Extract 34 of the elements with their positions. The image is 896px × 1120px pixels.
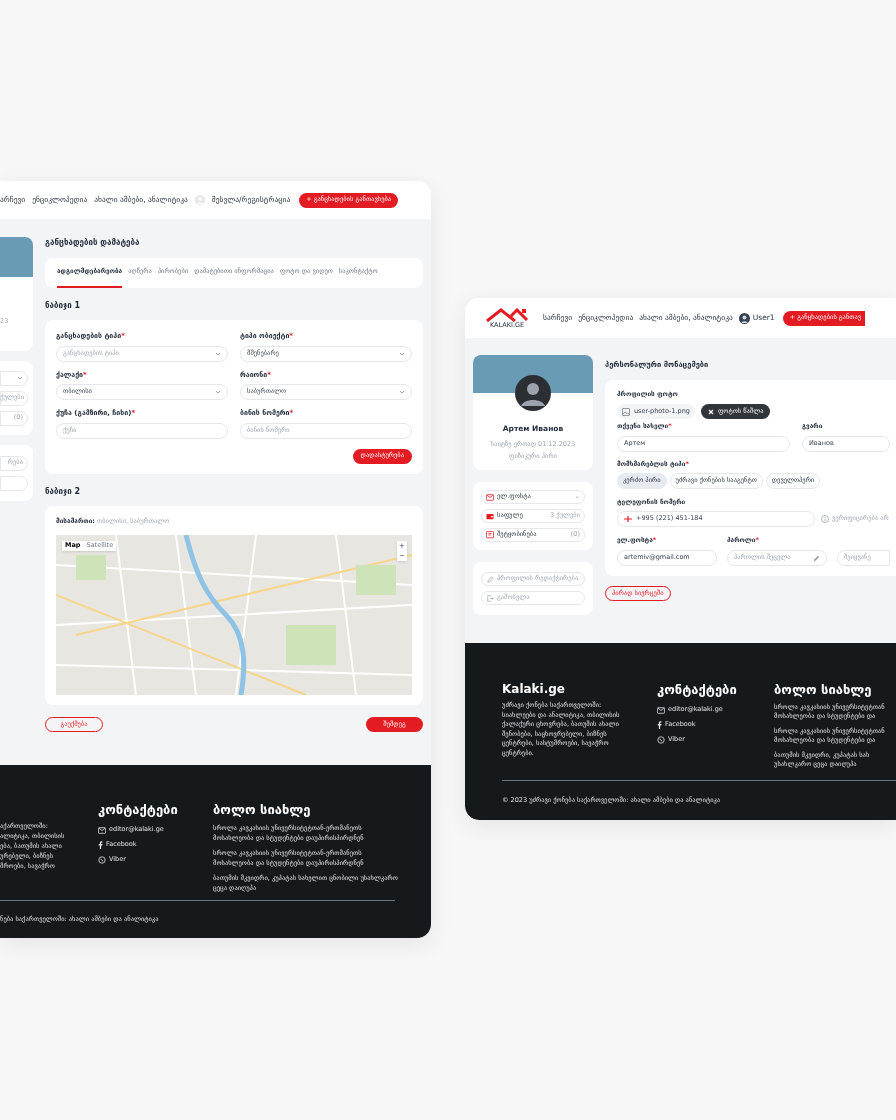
photo-placeholder bbox=[0, 237, 33, 277]
pencil-icon bbox=[813, 554, 820, 562]
chevron-down-icon bbox=[399, 351, 405, 356]
flag-icon bbox=[624, 516, 632, 523]
envelope-icon bbox=[657, 706, 665, 714]
phone-chat-icon bbox=[657, 736, 665, 744]
exit-icon bbox=[487, 594, 494, 602]
house-roof-icon bbox=[485, 307, 529, 322]
chevron-down-icon bbox=[17, 376, 23, 380]
avatar-icon bbox=[738, 312, 750, 324]
chevron-down-icon bbox=[399, 390, 405, 394]
close-icon bbox=[707, 408, 714, 415]
avatar-silhouette-icon bbox=[515, 375, 551, 411]
chevron-down-icon bbox=[215, 390, 221, 394]
envelope-icon bbox=[486, 493, 494, 501]
wallet-icon bbox=[486, 512, 494, 520]
info-icon bbox=[821, 515, 829, 524]
facebook-icon bbox=[98, 841, 103, 849]
pencil-icon bbox=[487, 575, 494, 583]
phone-chat-icon bbox=[98, 856, 106, 864]
envelope-icon bbox=[98, 826, 106, 834]
footer-heading: კონტაქტები bbox=[98, 801, 179, 819]
footer-brand: Kalaki.ge bbox=[502, 681, 566, 698]
facebook-icon bbox=[657, 721, 662, 729]
footer-heading: ბოლო სიახლე bbox=[774, 681, 873, 699]
chat-icon bbox=[486, 531, 494, 539]
image-icon bbox=[622, 407, 630, 416]
step-title: ნაბიჯი 1 bbox=[45, 300, 82, 312]
user-icon bbox=[194, 195, 205, 205]
footer-heading: კონტაქტები bbox=[657, 681, 738, 699]
step-title: ნაბიჯი 2 bbox=[45, 485, 82, 498]
footer-heading: ბოლო სიახლე bbox=[213, 801, 312, 819]
page-title: განცხადების დამატება bbox=[45, 237, 141, 249]
chevron-down-icon bbox=[215, 351, 221, 356]
